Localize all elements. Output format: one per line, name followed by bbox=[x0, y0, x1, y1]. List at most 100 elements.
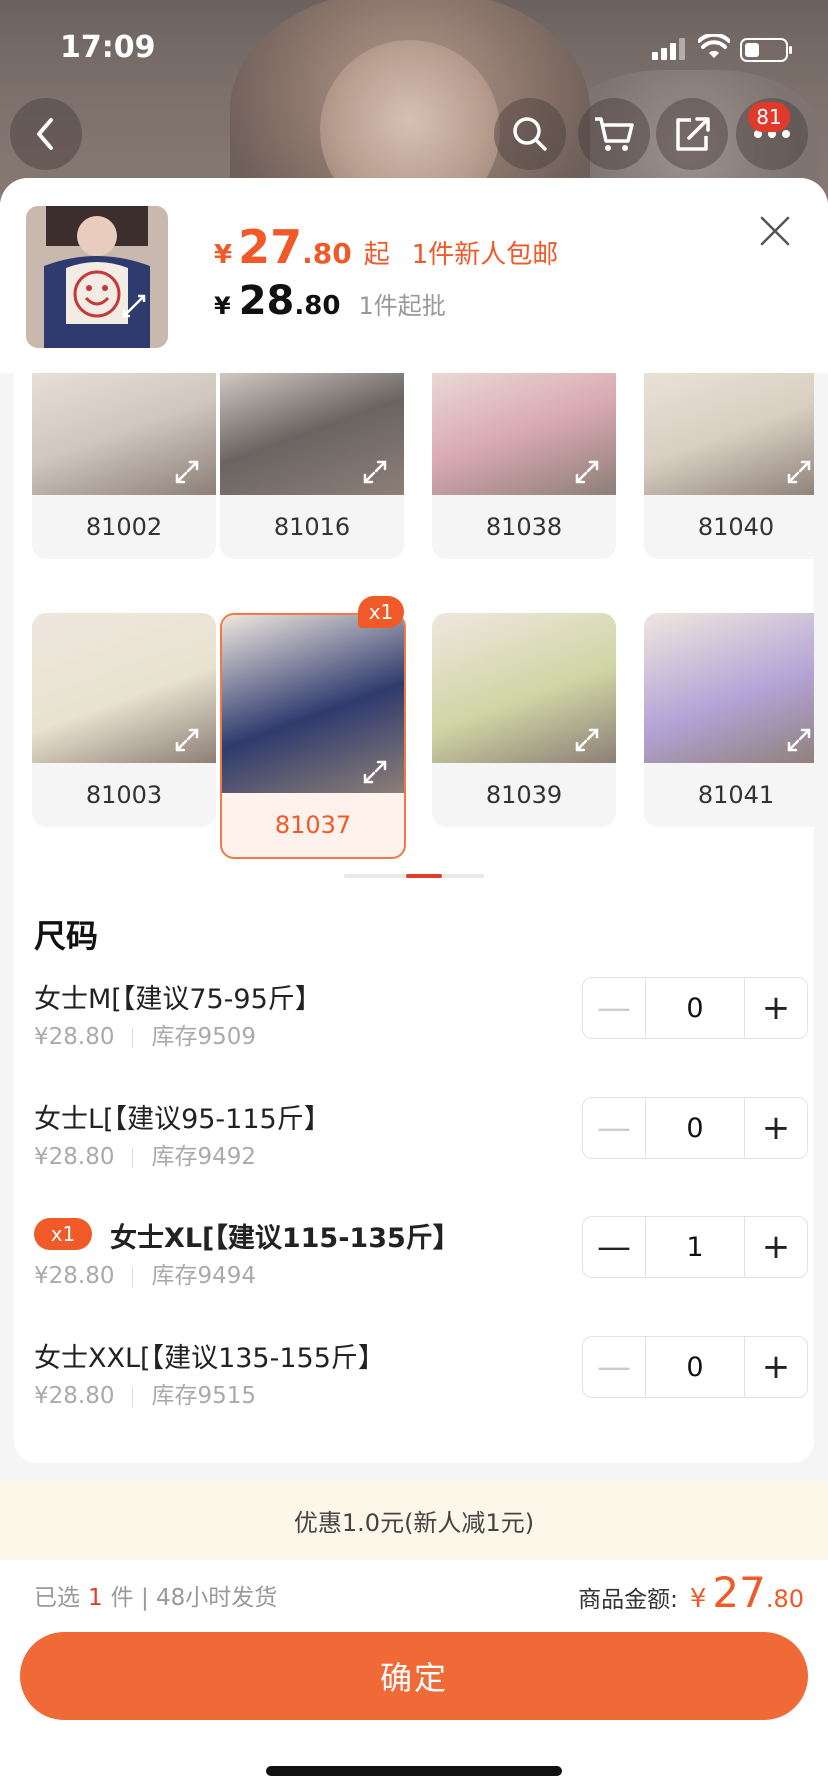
signal-icon bbox=[652, 38, 688, 60]
variant-code: 81016 bbox=[273, 513, 351, 541]
variant-card[interactable]: 81039 bbox=[432, 613, 616, 827]
variant-card[interactable]: 81041 bbox=[644, 613, 814, 827]
quantity-stepper: — 1 + bbox=[582, 1216, 808, 1278]
cart-button[interactable] bbox=[578, 98, 650, 170]
variant-code: 81040 bbox=[697, 513, 775, 541]
wholesale-decimal: .80 bbox=[294, 291, 341, 321]
expand-icon[interactable] bbox=[362, 759, 388, 785]
size-row: 女士L[【建议95-115斤】 ¥28.80 库存9492 — 0 + bbox=[34, 1097, 814, 1187]
increment-button[interactable]: + bbox=[745, 1098, 807, 1158]
selection-summary: 已选 1 件 | 48小时发货 bbox=[34, 1578, 277, 1612]
size-price: ¥28.80 bbox=[34, 1383, 115, 1409]
size-meta: ¥28.80 库存9494 bbox=[34, 1256, 256, 1290]
expand-icon[interactable] bbox=[786, 727, 812, 753]
wholesale-price: ¥ 28 .80 1件起批 bbox=[214, 278, 446, 324]
expand-icon[interactable] bbox=[174, 459, 200, 485]
wifi-icon bbox=[698, 34, 730, 58]
sheet-content: 81002 81016 81038 81040 81003 81037 x1 8… bbox=[14, 373, 814, 1463]
quantity-input[interactable]: 0 bbox=[645, 1337, 745, 1397]
variant-card[interactable]: 81003 bbox=[32, 613, 216, 827]
minimum-order-label: 1件起批 bbox=[358, 292, 446, 320]
price-integer: 27 bbox=[238, 220, 303, 274]
quantity-stepper: — 0 + bbox=[582, 977, 808, 1039]
size-label: 女士XXL[【建议135-155斤】 bbox=[34, 1343, 385, 1374]
cart-count-badge: 81 bbox=[748, 102, 790, 132]
summary-suffix: 件 | 48小时发货 bbox=[110, 1585, 278, 1611]
chevron-left-icon bbox=[37, 118, 53, 150]
page-indicator-active bbox=[406, 874, 442, 878]
status-time: 17:09 bbox=[60, 30, 156, 65]
size-label: 女士M[【建议75-95斤】 bbox=[34, 984, 322, 1015]
confirm-button[interactable]: 确定 bbox=[20, 1632, 808, 1720]
expand-icon[interactable] bbox=[174, 727, 200, 753]
close-icon[interactable] bbox=[756, 212, 794, 250]
sku-selector-sheet: ¥ 27 .80 起 1件新人包邮 ¥ 28 .80 1件起批 81002 81… bbox=[0, 178, 828, 1792]
variant-card[interactable]: 81040 bbox=[644, 373, 814, 559]
checkout-bar: 已选 1 件 | 48小时发货 商品金额: ¥ 27 .80 确定 bbox=[0, 1560, 828, 1792]
page-indicator bbox=[344, 874, 484, 878]
size-meta: ¥28.80 库存9509 bbox=[34, 1017, 256, 1051]
battery-icon bbox=[740, 38, 792, 62]
quantity-input[interactable]: 0 bbox=[645, 978, 745, 1038]
cart-icon bbox=[595, 117, 634, 151]
total-currency: ¥ bbox=[689, 1584, 707, 1614]
size-stock: 库存9515 bbox=[151, 1383, 257, 1409]
search-button[interactable] bbox=[494, 98, 566, 170]
status-bar: 17:09 bbox=[0, 0, 828, 98]
size-quantity-badge: x1 bbox=[34, 1218, 92, 1250]
size-stock: 库存9509 bbox=[151, 1024, 257, 1050]
variant-grid[interactable]: 81002 81016 81038 81040 81003 81037 x1 8… bbox=[14, 373, 814, 873]
new-user-shipping-tag: 1件新人包邮 bbox=[411, 240, 559, 270]
share-button[interactable] bbox=[656, 98, 728, 170]
promotion-banner: 优惠1.0元(新人减1元) bbox=[0, 1480, 828, 1560]
price-decimal: .80 bbox=[302, 237, 352, 270]
size-label: 女士L[【建议95-115斤】 bbox=[34, 1104, 331, 1135]
expand-icon[interactable] bbox=[786, 459, 812, 485]
variant-code: 81002 bbox=[85, 513, 163, 541]
quantity-input[interactable]: 1 bbox=[645, 1217, 745, 1277]
wholesale-integer: 28 bbox=[238, 278, 295, 324]
price-display: ¥ 27 .80 起 1件新人包邮 bbox=[214, 220, 558, 274]
size-stock: 库存9492 bbox=[151, 1144, 257, 1170]
size-row: 女士XXL[【建议135-155斤】 ¥28.80 库存9515 — 0 + bbox=[34, 1336, 814, 1426]
decrement-button[interactable]: — bbox=[583, 1217, 645, 1277]
expand-icon[interactable] bbox=[362, 459, 388, 485]
price-currency: ¥ bbox=[214, 240, 233, 270]
increment-button[interactable]: + bbox=[745, 978, 807, 1038]
quantity-stepper: — 0 + bbox=[582, 1336, 808, 1398]
size-price: ¥28.80 bbox=[34, 1144, 115, 1170]
size-row-selected: x1 女士XL[【建议115-135斤】 ¥28.80 库存9494 — 1 + bbox=[34, 1216, 814, 1306]
variant-card[interactable]: 81002 bbox=[32, 373, 216, 559]
home-indicator bbox=[266, 1766, 562, 1776]
sheet-header: ¥ 27 .80 起 1件新人包邮 ¥ 28 .80 1件起批 bbox=[0, 178, 828, 373]
back-button[interactable] bbox=[10, 98, 82, 170]
size-meta: ¥28.80 库存9492 bbox=[34, 1137, 256, 1171]
search-icon bbox=[513, 117, 547, 151]
size-price: ¥28.80 bbox=[34, 1263, 115, 1289]
size-row: 女士M[【建议75-95斤】 ¥28.80 库存9509 — 0 + bbox=[34, 977, 814, 1067]
decrement-button[interactable]: — bbox=[583, 978, 645, 1038]
variant-code: 81039 bbox=[485, 781, 563, 809]
expand-icon[interactable] bbox=[574, 727, 600, 753]
variant-code: 81003 bbox=[85, 781, 163, 809]
variant-code: 81037 bbox=[274, 811, 352, 839]
increment-button[interactable]: + bbox=[745, 1337, 807, 1397]
total-label: 商品金额: bbox=[578, 1587, 678, 1613]
share-icon bbox=[676, 117, 710, 151]
expand-icon[interactable] bbox=[574, 459, 600, 485]
wholesale-currency: ¥ bbox=[214, 292, 231, 320]
variant-card-selected[interactable]: 81037 bbox=[220, 613, 406, 859]
size-meta: ¥28.80 库存9515 bbox=[34, 1376, 256, 1410]
selected-product-thumbnail[interactable] bbox=[26, 206, 168, 348]
total-decimal: .80 bbox=[765, 1585, 804, 1613]
variant-card[interactable]: 81016 bbox=[220, 373, 404, 559]
quantity-input[interactable]: 0 bbox=[645, 1098, 745, 1158]
variant-card[interactable]: 81038 bbox=[432, 373, 616, 559]
total-integer: 27 bbox=[712, 1568, 766, 1617]
price-from-label: 起 bbox=[363, 240, 390, 270]
increment-button[interactable]: + bbox=[745, 1217, 807, 1277]
selected-count: 1 bbox=[88, 1585, 103, 1611]
decrement-button[interactable]: — bbox=[583, 1098, 645, 1158]
size-price: ¥28.80 bbox=[34, 1024, 115, 1050]
decrement-button[interactable]: — bbox=[583, 1337, 645, 1397]
